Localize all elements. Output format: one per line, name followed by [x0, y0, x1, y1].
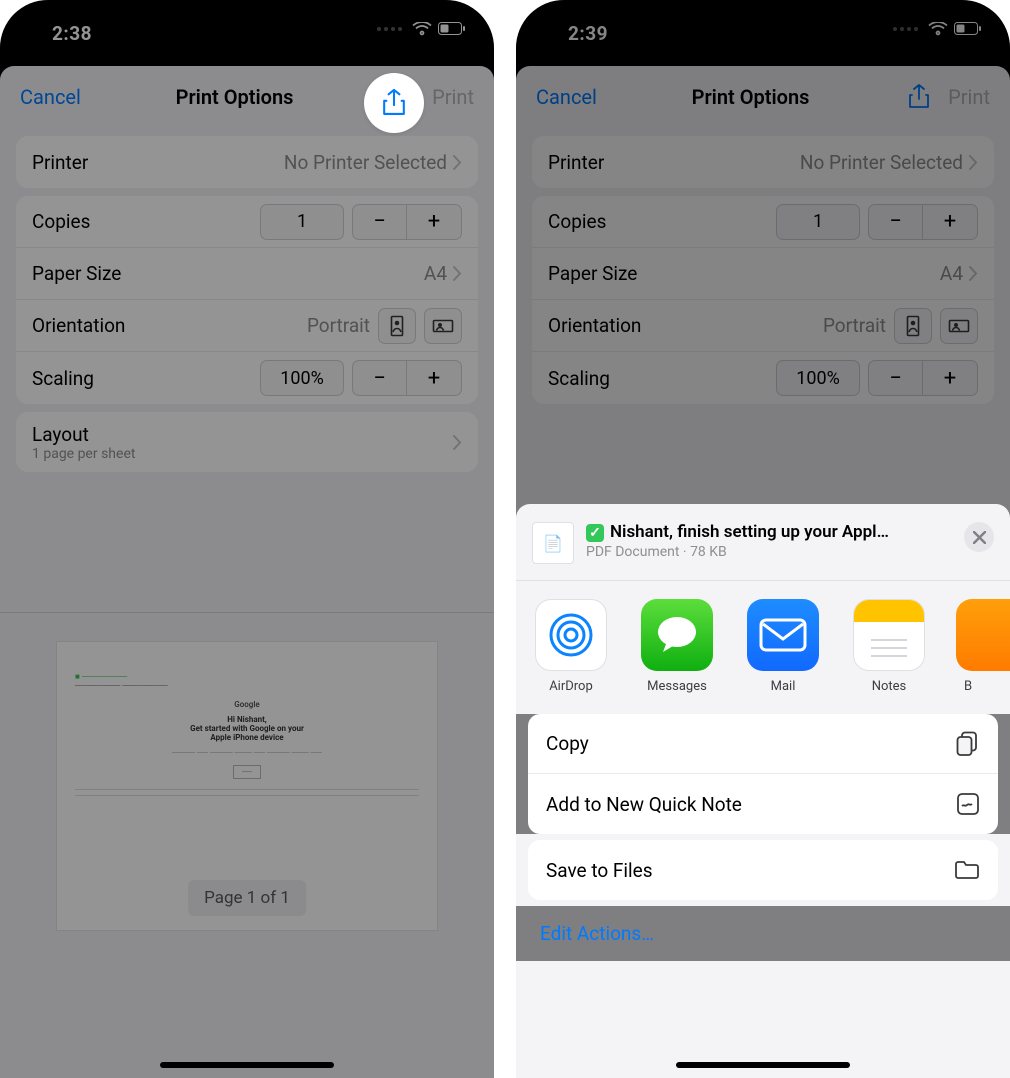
scaling-field[interactable]: 100%: [776, 360, 860, 396]
cancel-button[interactable]: Cancel: [536, 85, 597, 109]
folder-icon: [954, 860, 980, 880]
close-icon: [973, 531, 986, 544]
action-copy[interactable]: Copy: [528, 714, 998, 774]
document-subtitle: PDF Document · 78 KB: [586, 544, 889, 560]
document-thumbnail: 📄: [532, 522, 574, 564]
page-indicator: Page 1 of 1: [188, 880, 306, 916]
copies-increment-button[interactable]: +: [407, 205, 461, 239]
print-button[interactable]: Print: [432, 85, 474, 109]
share-apps-row[interactable]: AirDrop Messages Mail Notes B: [516, 581, 1010, 708]
print-button[interactable]: Print: [948, 85, 990, 109]
person-portrait-icon: [904, 315, 922, 337]
status-icons: [893, 22, 982, 36]
orientation-landscape-button[interactable]: [424, 308, 462, 344]
paper-size-row[interactable]: Paper Size A4: [16, 248, 478, 300]
share-button-highlight[interactable]: [364, 73, 424, 133]
copies-increment-button[interactable]: +: [923, 205, 977, 239]
status-icons: [377, 22, 466, 36]
close-button[interactable]: [964, 522, 994, 552]
airdrop-icon: [546, 610, 596, 660]
page-preview[interactable]: ■ ──────── ──────── ──────── Google Hi N…: [56, 641, 438, 931]
app-messages[interactable]: Messages: [638, 599, 716, 694]
copies-row: Copies 1 − +: [16, 196, 478, 248]
copies-field[interactable]: 1: [260, 204, 344, 240]
app-mail[interactable]: Mail: [744, 599, 822, 694]
cancel-button[interactable]: Cancel: [20, 85, 81, 109]
document-title: ✓Nishant, finish setting up your Appl…: [586, 522, 889, 542]
orientation-landscape-button[interactable]: [940, 308, 978, 344]
chevron-right-icon: [453, 435, 462, 450]
scaling-decrement-button[interactable]: −: [869, 361, 923, 395]
mail-icon: [759, 618, 807, 652]
battery-icon: [438, 22, 466, 36]
home-indicator[interactable]: [160, 1062, 334, 1068]
person-portrait-icon: [388, 315, 406, 337]
copies-decrement-button[interactable]: −: [869, 205, 923, 239]
messages-icon: [654, 614, 700, 656]
printer-label: Printer: [32, 151, 88, 174]
layout-row[interactable]: Layout 1 page per sheet: [16, 412, 478, 472]
battery-icon: [954, 22, 982, 36]
page-title: Print Options: [597, 85, 904, 109]
status-time: 2:38: [52, 22, 92, 45]
share-sheet: 📄 ✓Nishant, finish setting up your Appl……: [516, 504, 1010, 1078]
chevron-right-icon: [453, 155, 462, 170]
wifi-icon: [412, 22, 432, 36]
chevron-right-icon: [453, 266, 462, 281]
app-books[interactable]: B: [956, 599, 980, 694]
action-quick-note[interactable]: Add to New Quick Note: [528, 774, 998, 834]
share-button[interactable]: [904, 82, 934, 112]
scaling-increment-button[interactable]: +: [407, 361, 461, 395]
orientation-row: Orientation Portrait: [16, 300, 478, 352]
scaling-row: Scaling 100% − +: [16, 352, 478, 404]
app-notes[interactable]: Notes: [850, 599, 928, 694]
printer-row[interactable]: Printer No Printer Selected: [532, 136, 994, 188]
scaling-decrement-button[interactable]: −: [353, 361, 407, 395]
scaling-field[interactable]: 100%: [260, 360, 344, 396]
person-landscape-icon: [948, 317, 970, 335]
chevron-right-icon: [969, 155, 978, 170]
share-icon: [908, 84, 930, 110]
printer-row[interactable]: Printer No Printer Selected: [16, 136, 478, 188]
page-title: Print Options: [81, 85, 388, 109]
share-icon: [382, 88, 406, 118]
person-landscape-icon: [432, 317, 454, 335]
edit-actions-button[interactable]: Edit Actions…: [516, 906, 1010, 961]
copies-decrement-button[interactable]: −: [353, 205, 407, 239]
scaling-increment-button[interactable]: +: [923, 361, 977, 395]
quick-note-icon: [956, 792, 980, 816]
notes-icon: [867, 636, 911, 660]
orientation-portrait-button[interactable]: [894, 308, 932, 344]
paper-size-row[interactable]: Paper SizeA4: [532, 248, 994, 300]
copies-field[interactable]: 1: [776, 204, 860, 240]
orientation-portrait-button[interactable]: [378, 308, 416, 344]
app-airdrop[interactable]: AirDrop: [532, 599, 610, 694]
checkmark-icon: ✓: [586, 524, 604, 542]
chevron-right-icon: [969, 266, 978, 281]
copy-icon: [956, 731, 980, 757]
printer-value: No Printer Selected: [284, 151, 447, 174]
action-save-to-files[interactable]: Save to Files: [528, 840, 998, 900]
status-time: 2:39: [568, 22, 608, 45]
home-indicator[interactable]: [676, 1062, 850, 1068]
wifi-icon: [928, 22, 948, 36]
